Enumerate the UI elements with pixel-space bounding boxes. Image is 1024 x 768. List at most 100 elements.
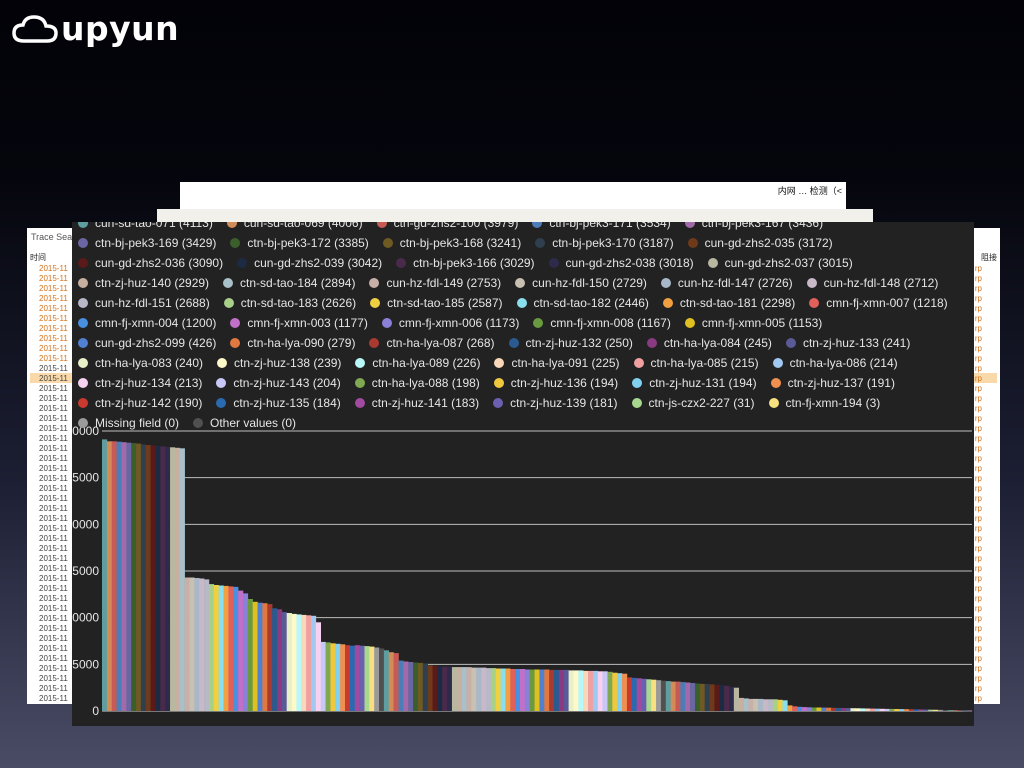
bar <box>534 669 540 711</box>
legend-item[interactable]: ctn-gd-zhs2-100 (3979) <box>376 222 518 233</box>
bar <box>349 645 356 711</box>
table-row-protocol: rp <box>974 454 982 463</box>
legend-item[interactable]: Other values (0) <box>193 413 296 433</box>
table-row-protocol: rp <box>974 564 982 573</box>
legend-item[interactable]: ctn-ha-lya-084 (245) <box>646 333 772 353</box>
legend-item[interactable]: cun-gd-zhs2-037 (3015) <box>707 253 853 273</box>
bar <box>490 668 496 711</box>
bar <box>660 680 667 711</box>
legend-item[interactable]: ctn-zj-huz-142 (190) <box>78 393 202 413</box>
legend-item[interactable]: ctn-zj-huz-131 (194) <box>632 373 757 393</box>
legend-item[interactable]: cun-sd-tao-069 (4006) <box>226 222 363 233</box>
bar <box>782 700 788 711</box>
bar <box>204 579 210 711</box>
legend-swatch-icon <box>548 258 559 268</box>
legend-label: cun-gd-zhs2-038 (3018) <box>565 256 694 270</box>
legend-item[interactable]: ctn-sd-tao-183 (2626) <box>223 293 356 313</box>
table-row-date: 2015-11 <box>39 654 68 663</box>
legend-item[interactable]: cmn-fj-xmn-003 (1177) <box>230 313 368 333</box>
legend-label: cun-sd-tao-071 (4113) <box>95 222 213 230</box>
legend-item[interactable]: ctn-zj-huz-137 (191) <box>770 373 895 393</box>
legend-item[interactable]: cun-hz-fdl-150 (2729) <box>515 273 647 293</box>
legend-item[interactable]: cun-hz-fdl-147 (2726) <box>660 273 793 293</box>
legend-item[interactable]: ctn-js-czx2-227 (31) <box>631 393 755 413</box>
legend-item[interactable]: cmn-fj-xmn-004 (1200) <box>78 313 216 333</box>
legend-item[interactable]: ctn-ha-lya-091 (225) <box>494 353 620 373</box>
bar <box>471 667 477 711</box>
legend-item[interactable]: cmn-fj-xmn-007 (1218) <box>809 293 948 313</box>
legend-label: ctn-zj-huz-135 (184) <box>233 396 341 410</box>
bar <box>923 709 929 711</box>
legend-item[interactable]: ctn-ha-lya-086 (214) <box>772 353 898 373</box>
legend-item[interactable]: ctn-bj-pek3-171 (3534) <box>532 222 671 233</box>
legend-item[interactable]: cun-sd-tao-071 (4113) <box>78 222 213 233</box>
legend-item[interactable]: Missing field (0) <box>78 413 179 433</box>
legend-item[interactable]: ctn-sd-tao-185 (2587) <box>370 293 503 313</box>
legend-label: ctn-ha-lya-086 (214) <box>789 356 898 370</box>
legend-item[interactable]: ctn-bj-pek3-166 (3029) <box>396 253 535 273</box>
legend-item[interactable]: ctn-zj-huz-132 (250) <box>508 333 633 353</box>
legend-item[interactable]: ctn-zj-huz-140 (2929) <box>78 273 209 293</box>
legend-swatch-icon <box>381 318 392 328</box>
legend-label: Other values (0) <box>210 416 297 430</box>
legend-item[interactable]: ctn-bj-pek3-169 (3429) <box>78 233 216 253</box>
legend-item[interactable]: ctn-ha-lya-090 (279) <box>230 333 355 353</box>
legend-item[interactable]: cmn-fj-xmn-005 (1153) <box>684 313 822 333</box>
legend-item[interactable]: cmn-fj-xmn-008 (1167) <box>533 313 671 333</box>
legend-item[interactable]: cun-gd-zhs2-039 (3042) <box>237 253 382 273</box>
legend-item[interactable]: ctn-ha-lya-087 (268) <box>369 333 495 353</box>
legend-item[interactable]: cun-hz-fdl-151 (2688) <box>78 293 210 313</box>
legend-swatch-icon <box>770 378 781 388</box>
table-row-protocol: rp <box>974 384 982 393</box>
legend-item[interactable]: ctn-ha-lya-083 (240) <box>78 353 203 373</box>
legend-item[interactable]: ctn-zj-huz-141 (183) <box>354 393 480 413</box>
legend-label: cun-gd-zhs2-037 (3015) <box>724 256 853 270</box>
legend-item[interactable]: ctn-zj-huz-139 (181) <box>493 393 618 413</box>
legend-item[interactable]: ctn-zj-huz-138 (239) <box>217 353 341 373</box>
legend-label: ctn-zj-huz-141 (183) <box>371 396 480 410</box>
table-row-date: 2015-11 <box>39 454 68 463</box>
legend-item[interactable]: cun-gd-zhs2-035 (3172) <box>687 233 833 253</box>
legend-item[interactable]: ctn-bj-pek3-172 (3385) <box>230 233 369 253</box>
legend-item[interactable]: cun-hz-fdl-149 (2753) <box>369 273 501 293</box>
bar <box>170 447 176 711</box>
table-row-protocol: rp <box>974 264 982 273</box>
legend-item[interactable]: ctn-sd-tao-181 (2298) <box>662 293 795 313</box>
legend-item[interactable]: cmn-fj-xmn-006 (1173) <box>381 313 519 333</box>
legend-label: ctn-bj-pek3-171 (3534) <box>549 222 671 230</box>
bar <box>131 443 137 711</box>
bar <box>184 577 190 711</box>
legend-swatch-icon <box>382 238 393 248</box>
legend-swatch-icon <box>532 222 543 228</box>
bar <box>811 707 817 711</box>
bar <box>179 448 185 711</box>
legend-item[interactable]: ctn-bj-pek3-170 (3187) <box>535 233 674 253</box>
legend-item[interactable]: cun-gd-zhs2-099 (426) <box>78 333 216 353</box>
legend-item[interactable]: ctn-zj-huz-133 (241) <box>785 333 910 353</box>
bar <box>276 609 283 711</box>
bar <box>126 442 132 711</box>
legend-item[interactable]: ctn-zj-huz-143 (204) <box>216 373 341 393</box>
bar <box>529 669 535 711</box>
legend-item[interactable]: cun-gd-zhs2-036 (3090) <box>78 253 223 273</box>
bar <box>962 710 968 712</box>
legend-item[interactable]: ctn-fj-xmn-194 (3) <box>768 393 880 413</box>
legend-item[interactable]: cun-hz-fdl-148 (2712) <box>806 273 938 293</box>
legend-item[interactable]: ctn-sd-tao-182 (2446) <box>516 293 649 313</box>
legend-label: ctn-zj-huz-136 (194) <box>510 376 619 390</box>
legend-item[interactable]: ctn-zj-huz-136 (194) <box>493 373 619 393</box>
bar <box>519 669 526 711</box>
bar <box>597 671 603 711</box>
legend-item[interactable]: ctn-ha-lya-085 (215) <box>633 353 759 373</box>
legend-item[interactable]: ctn-zj-huz-135 (184) <box>216 393 341 413</box>
legend-label: ctn-ha-lya-085 (215) <box>650 356 759 370</box>
legend-item[interactable]: ctn-ha-lya-088 (198) <box>354 373 480 393</box>
legend-item[interactable]: ctn-bj-pek3-168 (3241) <box>382 233 521 253</box>
legend-item[interactable]: ctn-bj-pek3-167 (3436) <box>684 222 823 233</box>
legend-item[interactable]: ctn-ha-lya-089 (226) <box>355 353 480 373</box>
legend-item[interactable]: ctn-sd-tao-184 (2894) <box>223 273 355 293</box>
legend-item[interactable]: ctn-zj-huz-134 (213) <box>78 373 202 393</box>
legend-item[interactable]: cun-gd-zhs2-038 (3018) <box>548 253 694 273</box>
table-row-protocol: rp <box>974 474 982 483</box>
legend-label: ctn-js-czx2-227 (31) <box>648 396 755 410</box>
